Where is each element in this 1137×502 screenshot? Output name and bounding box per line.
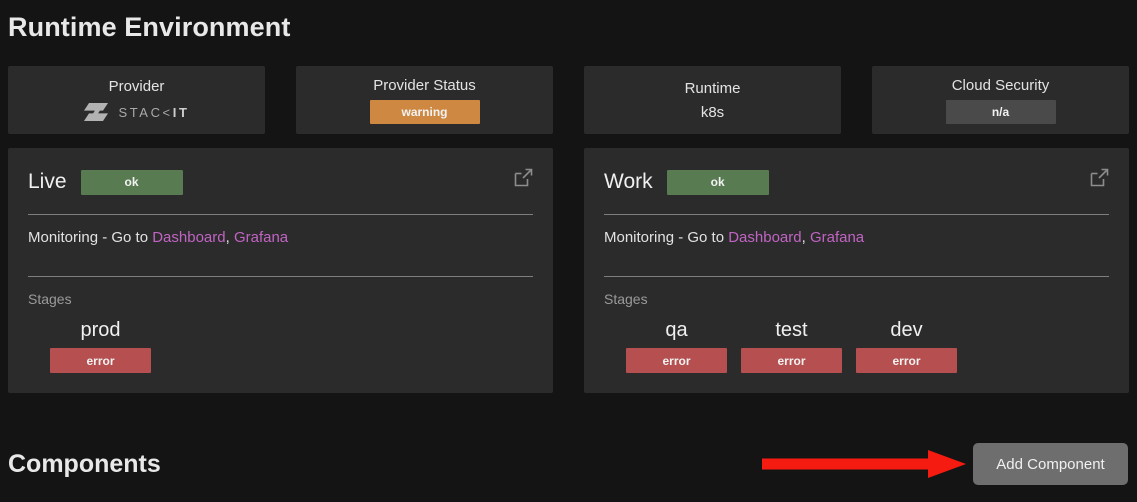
environment-card-work: Work ok Monitoring - Go to Dashboard, Gr… [584, 148, 1129, 393]
info-card-runtime: Runtime k8s [584, 66, 841, 134]
info-card-label: Cloud Security [951, 77, 1050, 94]
info-card-cloud-security: Cloud Security n/a [872, 66, 1129, 134]
stage-name: prod [80, 319, 121, 341]
environment-card-row: Live ok Monitoring - Go to Dashboard, Gr… [8, 148, 1129, 393]
stackit-wordmark: STAC<IT [118, 104, 190, 120]
monitoring-link-grafana[interactable]: Grafana [234, 229, 288, 246]
info-card-label: Runtime [684, 79, 741, 97]
runtime-environment-page: Runtime Environment Provider STAC<IT Pro… [0, 0, 1137, 502]
stage-test: test error [741, 318, 842, 373]
stage-name: dev [890, 319, 923, 341]
environment-name: Work [604, 170, 653, 193]
stage-prod: prod error [50, 318, 151, 373]
monitoring-prefix: Monitoring - Go to [604, 229, 729, 246]
environment-name: Live [28, 170, 67, 193]
stage-dev: dev error [856, 318, 957, 373]
monitoring-line: Monitoring - Go to Dashboard, Grafana [604, 215, 1109, 260]
status-badge-stage: error [856, 348, 957, 373]
monitoring-separator: , [801, 229, 810, 246]
monitoring-prefix: Monitoring - Go to [28, 229, 153, 246]
annotation-arrow-icon [762, 450, 966, 478]
stages-row: prod error [28, 308, 533, 373]
stages-label: Stages [28, 291, 72, 307]
external-link-icon[interactable] [514, 168, 533, 187]
monitoring-line: Monitoring - Go to Dashboard, Grafana [28, 215, 533, 260]
info-card-label: Provider Status [373, 77, 476, 94]
info-card-value: k8s [700, 103, 725, 121]
info-card-provider: Provider STAC<IT [8, 66, 265, 134]
status-badge-stage: error [626, 348, 727, 373]
components-section-title: Components [8, 450, 161, 478]
monitoring-link-dashboard[interactable]: Dashboard [152, 229, 225, 246]
status-badge-live: ok [80, 169, 183, 195]
stackit-mark-icon [84, 103, 109, 121]
info-card-label: Provider [108, 78, 165, 95]
external-link-icon[interactable] [1090, 168, 1109, 187]
stage-qa: qa error [626, 318, 727, 373]
stage-name: test [775, 319, 808, 341]
status-badge-work: ok [666, 169, 769, 195]
stages-row: qa error test error dev error [604, 308, 1109, 373]
stage-name: qa [665, 319, 688, 341]
add-component-button[interactable]: Add Component [973, 443, 1128, 485]
page-title: Runtime Environment [8, 12, 291, 42]
stages-label: Stages [604, 291, 648, 307]
status-badge-stage: error [50, 348, 151, 373]
stackit-logo: STAC<IT [83, 101, 189, 123]
environment-header: Work ok [604, 166, 1109, 198]
monitoring-separator: , [225, 229, 234, 246]
environment-header: Live ok [28, 166, 533, 198]
status-badge-stage: error [741, 348, 842, 373]
info-card-provider-status: Provider Status warning [296, 66, 553, 134]
monitoring-link-grafana[interactable]: Grafana [810, 229, 864, 246]
monitoring-link-dashboard[interactable]: Dashboard [728, 229, 801, 246]
status-badge-cloud-security: n/a [945, 100, 1056, 124]
info-card-row: Provider STAC<IT Provider Status warning… [8, 66, 1129, 134]
environment-card-live: Live ok Monitoring - Go to Dashboard, Gr… [8, 148, 553, 393]
status-badge-provider-status: warning [369, 100, 480, 124]
